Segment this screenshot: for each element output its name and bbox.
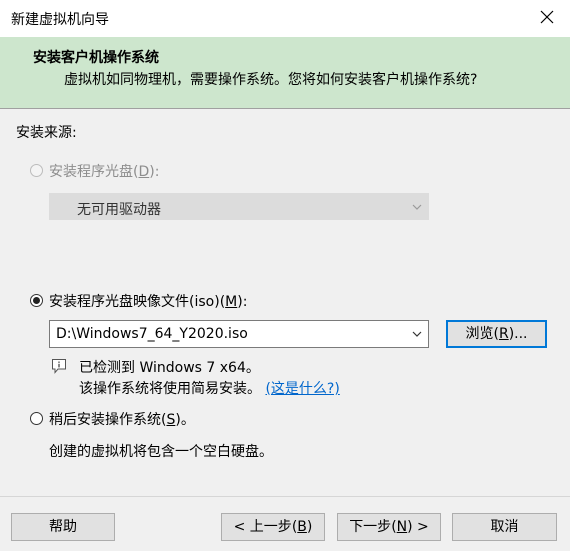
easy-install-text: 该操作系统将使用简易安装。 (这是什么?) xyxy=(79,381,340,397)
window-title: 新建虚拟机向导 xyxy=(11,12,109,28)
header-subtitle: 虚拟机如同物理机，需要操作系统。您将如何安装客户机操作系统? xyxy=(64,72,478,88)
radio-install-disc[interactable] xyxy=(30,164,43,177)
browse-button[interactable]: 浏览(R)... xyxy=(446,320,547,348)
header-title: 安装客户机操作系统 xyxy=(33,50,159,66)
chevron-down-icon[interactable] xyxy=(412,329,422,339)
blank-disk-note: 创建的虚拟机将包含一个空白硬盘。 xyxy=(49,444,273,460)
drive-dropdown-value: 无可用驱动器 xyxy=(77,202,161,218)
footer-divider xyxy=(0,496,570,497)
chevron-down-icon xyxy=(412,204,422,210)
install-source-label: 安装来源: xyxy=(16,125,77,141)
iso-path-combobox[interactable]: D:\Windows7_64_Y2020.iso xyxy=(49,320,429,348)
install-disc-label: 安装程序光盘(D): xyxy=(49,164,160,180)
cancel-button[interactable]: 取消 xyxy=(452,513,557,541)
drive-dropdown[interactable]: 无可用驱动器 xyxy=(49,193,429,220)
detected-os-text: 已检测到 Windows 7 x64。 xyxy=(79,360,260,376)
install-iso-label: 安装程序光盘映像文件(iso)(M): xyxy=(49,294,248,310)
back-button[interactable]: < 上一步(B) xyxy=(221,513,325,541)
install-later-label: 稍后安装操作系统(S)。 xyxy=(49,412,195,428)
whats-this-link[interactable]: (这是什么?) xyxy=(265,381,339,397)
info-icon xyxy=(52,359,66,374)
title-bar: 新建虚拟机向导 xyxy=(0,0,570,37)
close-icon[interactable] xyxy=(538,8,556,26)
radio-install-later[interactable] xyxy=(30,412,43,425)
help-button[interactable]: 帮助 xyxy=(11,513,115,541)
wizard-header: 安装客户机操作系统 虚拟机如同物理机，需要操作系统。您将如何安装客户机操作系统? xyxy=(0,37,570,109)
next-button[interactable]: 下一步(N) > xyxy=(337,513,441,541)
iso-path-value[interactable]: D:\Windows7_64_Y2020.iso xyxy=(56,326,248,342)
radio-install-iso[interactable] xyxy=(30,294,43,307)
